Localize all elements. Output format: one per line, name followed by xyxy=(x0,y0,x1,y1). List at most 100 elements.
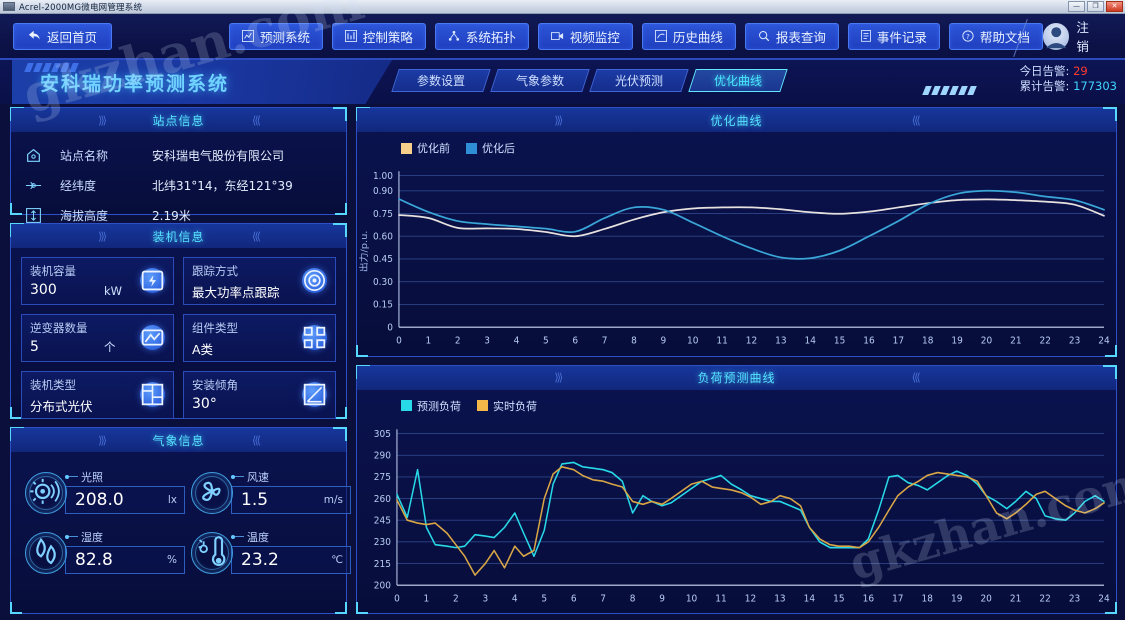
nav-item-system-topology[interactable]: 系统拓扑 xyxy=(435,23,529,50)
tab-label: 参数设置 xyxy=(417,72,465,89)
svg-text:230: 230 xyxy=(374,536,391,547)
svg-text:0.30: 0.30 xyxy=(373,277,393,288)
nav-label: 系统拓扑 xyxy=(466,27,516,46)
chevron-left-icon: ⟨⟨⟨ xyxy=(252,434,259,447)
altitude-icon xyxy=(25,207,42,224)
legend-item-after[interactable]: 优化后 xyxy=(466,140,515,156)
svg-text:19: 19 xyxy=(951,335,962,346)
svg-text:3: 3 xyxy=(484,335,490,346)
site-info-panel: ⟩⟩⟩ 站点信息 ⟨⟨⟨ 站点名称 安科瑞电气股份有限公司 经纬度 xyxy=(10,107,347,215)
legend-item-forecast-load[interactable]: 预测负荷 xyxy=(401,398,461,414)
page-title: 安科瑞功率预测系统 xyxy=(40,69,229,96)
svg-text:19: 19 xyxy=(951,593,962,604)
weather-cell-temperature: 温度 23.2 ℃ xyxy=(191,524,351,574)
install-info-title: 装机信息 xyxy=(152,228,204,245)
weather-tag: 温度 xyxy=(247,529,351,545)
window-title: Acrel-2000MG微电网管理系统 xyxy=(19,1,142,13)
bottom-strip xyxy=(0,614,1125,620)
legend-item-realtime-load[interactable]: 实时负荷 xyxy=(477,398,537,414)
load-forecast-panel: ⟩⟩⟩ 负荷预测曲线 ⟨⟨⟨ 预测负荷 实时负荷 20021523024526 xyxy=(356,365,1117,615)
help-doc-icon: ? xyxy=(962,30,974,42)
svg-text:17: 17 xyxy=(893,335,904,346)
install-info-panel: ⟩⟩⟩ 装机信息 ⟨⟨⟨ 装机容量 300 kW 跟踪方式 最大功率点跟踪 xyxy=(10,223,347,419)
nav-item-event-log[interactable]: 事件记录 xyxy=(848,23,940,50)
weather-unit: m/s xyxy=(324,494,343,506)
site-info-value: 安科瑞电气股份有限公司 xyxy=(152,147,284,164)
svg-text:出力/p.u.: 出力/p.u. xyxy=(358,231,369,273)
inverter-icon xyxy=(140,325,165,350)
tab-label: 光伏预测 xyxy=(615,72,663,89)
user-avatar-icon xyxy=(1043,23,1070,50)
app-icon xyxy=(3,2,15,11)
nav-item-video-monitor[interactable]: 视频监控 xyxy=(538,23,633,50)
strategy-icon xyxy=(345,30,357,42)
nav-item-forecast-system[interactable]: 预测系统 xyxy=(229,23,323,50)
tab-label: 优化曲线 xyxy=(714,72,762,89)
optimization-chart-body: 优化前 优化后 00.150.300.450.600.750.901.00012… xyxy=(357,132,1116,356)
tab-parameter-settings[interactable]: 参数设置 xyxy=(391,69,490,92)
load-forecast-header: ⟩⟩⟩ 负荷预测曲线 ⟨⟨⟨ xyxy=(357,366,1116,390)
svg-text:23: 23 xyxy=(1069,335,1080,346)
install-info-header: ⟩⟩⟩ 装机信息 ⟨⟨⟨ xyxy=(11,224,346,248)
close-button[interactable]: ✕ xyxy=(1106,1,1123,12)
chevron-right-icon: ⟩⟩⟩ xyxy=(98,230,105,243)
install-cell-tilt-angle: 安装倾角 30° xyxy=(183,371,336,419)
site-info-header: ⟩⟩⟩ 站点信息 ⟨⟨⟨ xyxy=(11,108,346,132)
nav-item-report-query[interactable]: 报表查询 xyxy=(745,23,839,50)
chevron-left-icon: ⟨⟨⟨ xyxy=(912,114,919,127)
chevron-left-icon: ⟨⟨⟨ xyxy=(912,371,919,384)
svg-text:15: 15 xyxy=(833,593,844,604)
weather-value-box: 23.2 ℃ xyxy=(231,546,351,574)
legend-item-before[interactable]: 优化前 xyxy=(401,140,450,156)
install-cell-module-type: 组件类型 A类 xyxy=(183,314,336,362)
site-info-label: 海拔高度 xyxy=(60,207,152,224)
tab-optimization-curve[interactable]: 优化曲线 xyxy=(688,69,787,92)
back-to-home-button[interactable]: 返回首页 xyxy=(13,23,112,50)
nav-item-control-strategy[interactable]: 控制策略 xyxy=(332,23,426,50)
svg-text:14: 14 xyxy=(804,593,815,604)
weather-info-panel: ⟩⟩⟩ 气象信息 ⟨⟨⟨ 光照 208.0 lx xyxy=(10,427,347,614)
nav-item-history-curve[interactable]: 历史曲线 xyxy=(642,23,736,50)
svg-text:1: 1 xyxy=(424,593,430,604)
alarm-total-row: 累计告警: 177303 xyxy=(1020,79,1117,94)
user-account-area[interactable]: 注销 xyxy=(1043,17,1101,55)
module-type-icon xyxy=(302,325,327,350)
minimize-button[interactable]: — xyxy=(1068,1,1085,12)
svg-text:0.45: 0.45 xyxy=(373,254,393,265)
svg-text:2: 2 xyxy=(455,335,461,346)
alarm-summary: 今日告警: 29 累计告警: 177303 xyxy=(1020,64,1117,94)
install-cell-install-type: 装机类型 分布式光伏 xyxy=(21,371,174,419)
svg-text:22: 22 xyxy=(1040,335,1051,346)
tab-pv-forecast[interactable]: 光伏预测 xyxy=(589,69,688,92)
nav-item-help-doc[interactable]: ? 帮助文档 xyxy=(949,23,1043,50)
load-forecast-chart-body: 预测负荷 实时负荷 200215230245260275290305012345… xyxy=(357,390,1116,614)
svg-text:24: 24 xyxy=(1098,335,1109,346)
maximize-button[interactable]: ❐ xyxy=(1087,1,1104,12)
svg-text:3: 3 xyxy=(482,593,488,604)
svg-text:260: 260 xyxy=(374,493,391,504)
svg-text:2: 2 xyxy=(453,593,459,604)
weather-unit: % xyxy=(167,554,177,566)
weather-unit: lx xyxy=(168,494,177,506)
weather-cell-wind-speed: 风速 1.5 m/s xyxy=(191,464,351,514)
svg-text:24: 24 xyxy=(1098,593,1109,604)
topology-icon xyxy=(448,30,460,42)
svg-text:0.60: 0.60 xyxy=(373,231,393,242)
svg-text:290: 290 xyxy=(374,450,391,461)
legend-swatch xyxy=(466,143,477,154)
svg-text:8: 8 xyxy=(630,593,636,604)
home-icon xyxy=(25,147,42,164)
banner-stripes-right xyxy=(924,86,975,95)
weather-unit: ℃ xyxy=(331,554,343,566)
svg-text:16: 16 xyxy=(863,593,874,604)
tab-weather-parameters[interactable]: 气象参数 xyxy=(490,69,589,92)
top-navigation-bar: 返回首页 预测系统 控制策略 系统拓扑 视频监控 历史曲线 报表查 xyxy=(0,14,1125,60)
thermometer-icon xyxy=(191,532,233,574)
alarm-today-label: 今日告警: xyxy=(1020,64,1070,78)
svg-text:1: 1 xyxy=(425,335,431,346)
site-info-value: 2.19米 xyxy=(152,207,191,224)
alarm-today-value: 29 xyxy=(1073,64,1088,78)
svg-text:5: 5 xyxy=(543,335,549,346)
site-info-row: 经纬度 北纬31°14，东经121°39 xyxy=(11,170,346,200)
chevron-left-icon: ⟨⟨⟨ xyxy=(252,114,259,127)
